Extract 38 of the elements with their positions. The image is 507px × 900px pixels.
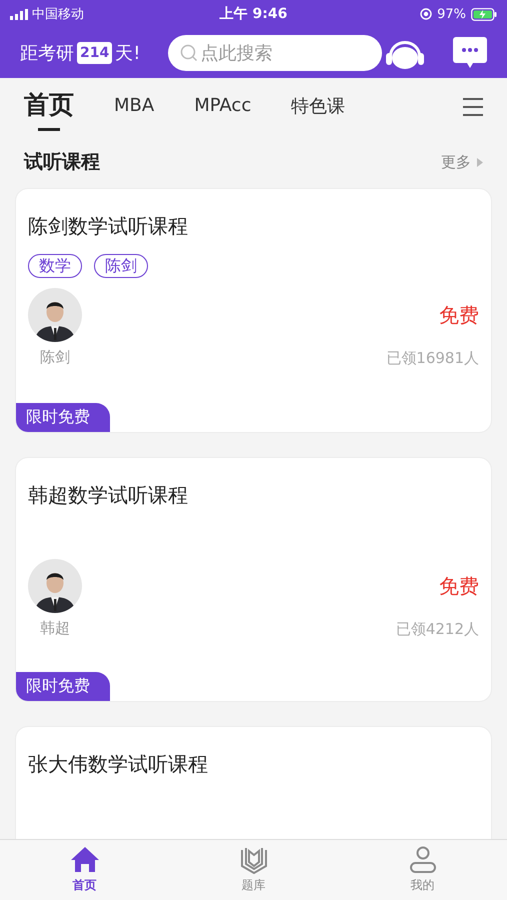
course-card[interactable]: 陈剑数学试听课程 数学 陈剑 陈剑 免费 已领16981人 限时免费 (16, 189, 491, 432)
person-icon (408, 846, 436, 874)
countdown-label: 天! (115, 42, 140, 65)
enrolled-count: 已领4212人 (396, 620, 479, 639)
battery-percent: 97% (437, 6, 466, 22)
tab[interactable]: MPAcc (194, 87, 252, 126)
carrier-name: 中国移动 (32, 6, 84, 23)
price: 免费 (439, 573, 479, 600)
course-title: 张大伟数学试听课程 (28, 751, 209, 778)
caret-icon (477, 158, 483, 166)
search-field[interactable]: 点此搜索 (168, 35, 382, 71)
menu-icon[interactable] (463, 98, 483, 116)
section-title: 试听课程 (24, 150, 100, 175)
orientation-lock-icon (420, 8, 432, 20)
tag: 陈剑 (94, 254, 148, 278)
teacher-name: 韩超 (40, 619, 70, 638)
promo-label: 限时免费 (16, 672, 110, 701)
home-icon (70, 846, 98, 874)
price: 免费 (439, 302, 479, 329)
countdown-label: 距考研 (20, 42, 74, 65)
course-card[interactable]: 张大伟数学试听课程 (16, 727, 491, 839)
nav-item[interactable]: 首页 (34, 846, 134, 894)
book-icon (240, 846, 268, 874)
message-icon[interactable] (453, 37, 487, 69)
tag: 数学 (28, 254, 82, 278)
battery-icon (470, 8, 497, 20)
days-count: 214 (77, 42, 112, 64)
enrolled-count: 已领16981人 (386, 349, 479, 368)
status-time: 上午 9:46 (220, 5, 288, 23)
search-icon (180, 44, 198, 62)
signal-icon (10, 8, 28, 20)
promo-label: 限时免费 (16, 403, 110, 432)
course-title: 韩超数学试听课程 (28, 482, 189, 509)
tab[interactable]: MBA (114, 87, 154, 126)
course-title: 陈剑数学试听课程 (28, 213, 189, 240)
teacher-name: 陈剑 (40, 348, 70, 367)
tab[interactable]: 特色课 (291, 86, 346, 128)
course-card[interactable]: 韩超数学试听课程 韩超 免费 已领4212人 限时免费 (16, 458, 491, 701)
